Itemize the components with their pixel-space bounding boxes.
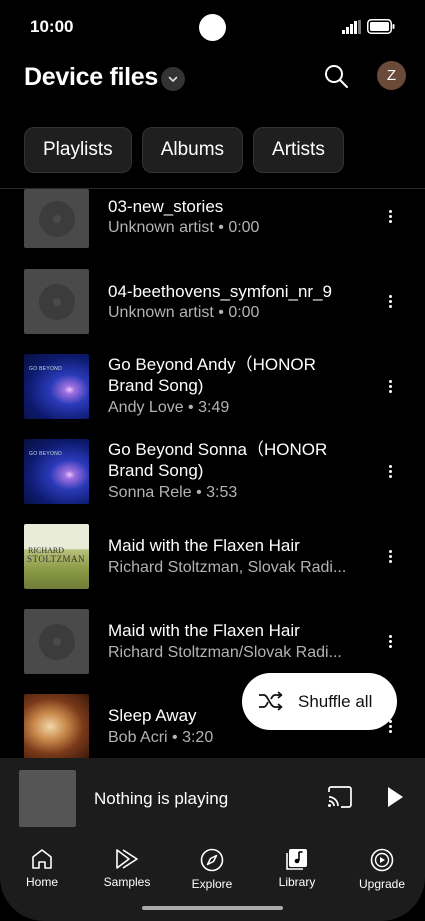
song-row[interactable]: 03-new_stories Unknown artist • 0:00 — [0, 189, 425, 274]
song-row[interactable]: GO BEYOND Go Beyond Sonna（HONOR Brand So… — [0, 439, 425, 524]
chip-artists[interactable]: Artists — [253, 127, 344, 173]
chevron-down-icon — [168, 76, 178, 82]
explore-icon — [200, 848, 224, 872]
source-dropdown-button[interactable] — [161, 67, 185, 91]
generic-album-art — [24, 609, 89, 674]
page-title: Device files — [24, 63, 158, 91]
nav-library-label: Library — [278, 875, 316, 889]
cast-icon[interactable] — [327, 786, 353, 808]
nav-library[interactable]: Library — [257, 838, 337, 898]
upgrade-icon — [370, 848, 394, 872]
mini-player[interactable]: Nothing is playing — [0, 758, 425, 838]
nav-explore[interactable]: Explore — [172, 838, 252, 898]
song-row[interactable]: GO BEYOND Go Beyond Andy（HONOR Brand Son… — [0, 354, 425, 439]
account-avatar[interactable]: Z — [377, 61, 406, 90]
library-header: Device files — [0, 58, 425, 102]
filter-chips: Playlists Albums Artists — [24, 127, 344, 173]
go-beyond-art: GO BEYOND — [24, 354, 89, 419]
shuffle-all-label: Shuffle all — [298, 692, 373, 711]
more-options-icon[interactable] — [380, 629, 400, 653]
song-subtitle: Andy Love • 3:49 — [108, 399, 230, 416]
samples-icon — [116, 849, 138, 869]
phone-screen: 10:00 Device files Z Playlists Albums Ar… — [0, 0, 425, 921]
more-options-icon[interactable] — [380, 459, 400, 483]
battery-icon — [367, 19, 395, 34]
song-subtitle: Richard Stoltzman, Slovak Radi... — [108, 559, 347, 576]
nav-upgrade[interactable]: Upgrade — [342, 838, 422, 898]
generic-album-art — [24, 269, 89, 334]
signal-icon — [342, 20, 361, 34]
nav-explore-label: Explore — [191, 877, 233, 891]
song-title: Go Beyond Sonna（HONOR Brand Song) — [108, 440, 328, 480]
home-indicator[interactable] — [142, 906, 283, 910]
camera-cutout — [199, 14, 226, 41]
home-icon — [32, 849, 52, 869]
song-subtitle: Sonna Rele • 3:53 — [108, 484, 238, 501]
song-title: 03-new_stories — [108, 197, 224, 216]
nav-samples-label: Samples — [103, 875, 151, 889]
more-options-icon[interactable] — [380, 204, 400, 228]
chip-playlists[interactable]: Playlists — [24, 127, 132, 173]
richard-stoltzman-art: RICHARD STOLTZMAN — [24, 524, 89, 589]
nav-home[interactable]: Home — [2, 838, 82, 898]
status-time: 10:00 — [30, 17, 74, 36]
song-row[interactable]: 04-beethovens_symfoni_nr_9 Unknown artis… — [0, 269, 425, 354]
song-row[interactable]: RICHARD STOLTZMAN Maid with the Flaxen H… — [0, 524, 425, 609]
chip-albums[interactable]: Albums — [141, 127, 244, 173]
nav-samples[interactable]: Samples — [87, 838, 167, 898]
song-subtitle: Bob Acri • 3:20 — [108, 729, 214, 746]
nav-upgrade-label: Upgrade — [358, 877, 406, 891]
shuffle-icon — [259, 691, 283, 711]
search-icon[interactable] — [322, 62, 350, 90]
sleep-away-art — [24, 694, 89, 758]
go-beyond-art: GO BEYOND — [24, 439, 89, 504]
song-title: 04-beethovens_symfoni_nr_9 — [108, 282, 332, 301]
generic-album-art — [24, 189, 89, 248]
song-subtitle: Unknown artist • 0:00 — [108, 304, 260, 321]
status-bar: 10:00 — [0, 0, 425, 52]
more-options-icon[interactable] — [380, 289, 400, 313]
now-playing-art — [19, 770, 76, 827]
play-icon[interactable] — [386, 786, 404, 808]
song-title: Maid with the Flaxen Hair — [108, 621, 300, 640]
more-options-icon[interactable] — [380, 374, 400, 398]
nav-home-label: Home — [25, 875, 58, 889]
now-playing-status: Nothing is playing — [94, 789, 229, 808]
shuffle-all-button[interactable]: Shuffle all — [242, 673, 397, 730]
song-title: Maid with the Flaxen Hair — [108, 536, 300, 555]
song-subtitle: Unknown artist • 0:00 — [108, 219, 260, 236]
song-title: Go Beyond Andy（HONOR Brand Song) — [108, 355, 316, 395]
more-options-icon[interactable] — [380, 544, 400, 568]
library-icon — [286, 849, 307, 870]
song-subtitle: Richard Stoltzman/Slovak Radi... — [108, 644, 342, 661]
